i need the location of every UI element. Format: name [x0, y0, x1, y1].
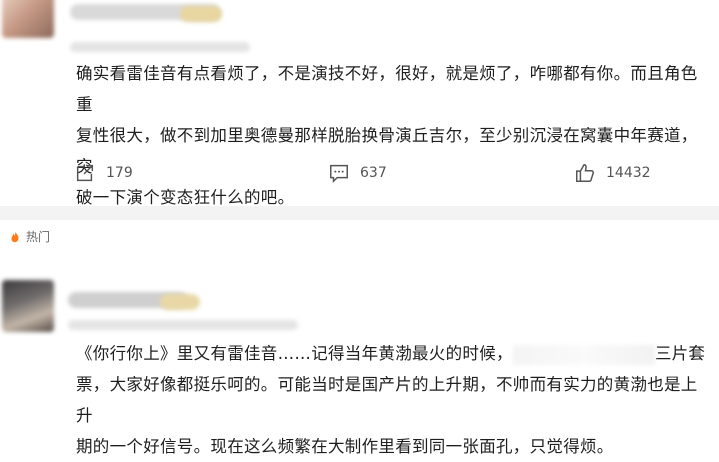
- comment-line: 《你行你上》里又有雷佳音……记得当年黄渤最火的时候， 三片套: [76, 338, 712, 369]
- comment-card-2: 《你行你上》里又有雷佳音……记得当年黄渤最火的时候， 三片套 票，大家好像都挺乐呵…: [0, 262, 719, 456]
- comment-button[interactable]: 637: [328, 162, 387, 184]
- comment-text-segment: 三片套: [654, 344, 706, 363]
- share-button[interactable]: 179: [74, 162, 133, 184]
- timestamp-blurred: [68, 320, 298, 330]
- section-divider: [0, 206, 719, 220]
- username-badge-blurred: [180, 6, 222, 22]
- username-badge-blurred: [160, 294, 200, 310]
- redacted-area: [512, 344, 655, 365]
- share-icon: [76, 164, 94, 182]
- comment-card-1: 确实看雷佳音有点看烦了，不是演技不好，很好，就是烦了，咋哪都有你。而且角色重 复…: [0, 0, 719, 207]
- thumbs-up-icon: [576, 164, 594, 182]
- comment-text: 《你行你上》里又有雷佳音……记得当年黄渤最火的时候， 三片套 票，大家好像都挺乐呵…: [76, 338, 712, 462]
- like-count: 14432: [606, 165, 651, 181]
- timestamp-blurred: [70, 42, 250, 52]
- comment-line: 票，大家好像都挺乐呵的。可能当时是国产片的上升期，不帅而有实力的黄渤也是上升: [76, 375, 698, 425]
- comment-line: 确实看雷佳音有点看烦了，不是演技不好，很好，就是烦了，咋哪都有你。而且角色重: [76, 64, 698, 114]
- comment-actions: 179 637 14432: [0, 162, 719, 192]
- share-count: 179: [106, 165, 133, 181]
- hot-section-header: 热门: [8, 228, 50, 245]
- user-avatar[interactable]: [2, 0, 54, 38]
- flame-icon: [11, 230, 19, 242]
- user-avatar[interactable]: [2, 280, 54, 332]
- comment-text-segment: 《你行你上》里又有雷佳音……记得当年黄渤最火的时候，: [76, 344, 513, 363]
- comment-count: 637: [360, 165, 387, 181]
- comment-icon: [330, 164, 348, 184]
- hot-label: 热门: [26, 230, 51, 244]
- comment-line: 期的一个好信号。现在这么频繁在大制作里看到同一张面孔，只觉得烦。: [76, 437, 614, 456]
- like-button[interactable]: 14432: [574, 162, 651, 184]
